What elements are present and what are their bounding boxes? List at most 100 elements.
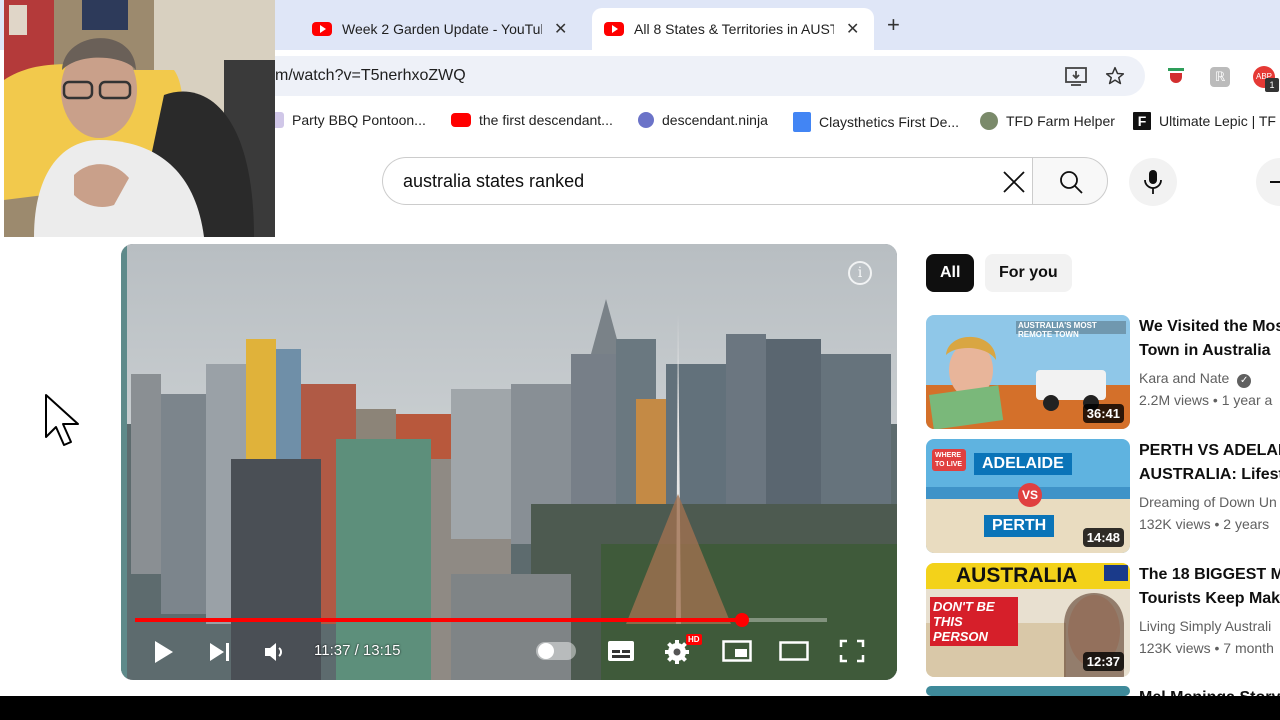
channel-name[interactable]: Dreaming of Down Un [1139, 494, 1277, 510]
create-plus-icon [1270, 181, 1280, 183]
video-frame-city-skyline [121, 244, 897, 680]
docs-icon [793, 112, 811, 132]
bookmark-ultimate-lepic[interactable]: F Ultimate Lepic | TF [1133, 112, 1276, 130]
next-video-icon[interactable] [209, 642, 231, 662]
video-title-line-2: AUSTRALIA: Lifest [1139, 466, 1280, 483]
webcam-person-image [4, 0, 275, 237]
channel-name[interactable]: Kara and Nate ✓ [1139, 370, 1252, 388]
progress-bar-fill [135, 618, 742, 622]
thumbnail-where-label: WHERE TO LIVE [932, 449, 966, 471]
voice-search-button[interactable] [1129, 158, 1177, 206]
bookmark-label: Party BBQ Pontoon... [292, 112, 426, 128]
time-display: 11:37 / 13:15 [314, 642, 401, 659]
hd-badge: HD [686, 634, 702, 645]
progress-bar[interactable] [135, 613, 827, 627]
video-title[interactable]: Mel Meninga Story [1139, 686, 1280, 696]
mouse-cursor-icon [45, 394, 79, 446]
video-title-line-1: The 18 BIGGEST M [1139, 566, 1280, 583]
bookmark-label: Claysthetics First De... [819, 114, 960, 130]
screen-bottom-bar [0, 696, 1280, 720]
video-title-line-1: We Visited the Mos [1139, 318, 1280, 335]
bookmark-descendant-ninja[interactable]: descendant.ninja [638, 112, 768, 128]
channel-name[interactable]: Living Simply Australi [1139, 618, 1271, 634]
bookmark-star-icon[interactable] [1105, 66, 1125, 86]
video-title[interactable]: PERTH VS ADELAI AUSTRALIA: Lifest [1139, 439, 1280, 487]
related-video-partial[interactable]: Mel Meninga Story [926, 686, 1280, 696]
video-title-line-1: PERTH VS ADELAI [1139, 442, 1280, 459]
video-title[interactable]: We Visited the Mos Town in Australia [1139, 315, 1280, 363]
search-button[interactable] [1032, 157, 1108, 205]
video-thumbnail[interactable]: AUSTRALIA'S MOST REMOTE TOWN 36:41 [926, 315, 1130, 429]
verified-check-icon: ✓ [1237, 374, 1252, 388]
volume-icon[interactable] [264, 641, 286, 663]
thumbnail-perth-label: PERTH [984, 515, 1055, 537]
search-query-text: australia states ranked [403, 171, 585, 191]
youtube-icon [451, 113, 471, 127]
ninja-icon [638, 112, 654, 128]
extension-r-icon[interactable]: ℝ [1210, 67, 1230, 87]
new-tab-plus-icon[interactable]: + [887, 12, 900, 38]
bookmark-label: descendant.ninja [662, 112, 768, 128]
webcam-overlay [4, 0, 275, 237]
video-thumbnail[interactable]: AUSTRALIA DON'T BE THIS PERSON 12:37 [926, 563, 1130, 677]
thumbnail-adelaide-label: ADELAIDE [974, 453, 1072, 475]
thumbnail-vs-label: VS [1018, 483, 1042, 507]
close-tab-icon[interactable]: ✕ [846, 19, 859, 39]
video-thumbnail[interactable]: WHERE TO LIVE ADELAIDE VS PERTH 14:48 [926, 439, 1130, 553]
close-tab-icon[interactable]: ✕ [554, 19, 567, 39]
video-title-line-2: Tourists Keep Mak [1139, 590, 1280, 607]
bookmark-label: the first descendant... [479, 112, 613, 128]
info-icon[interactable]: i [848, 261, 872, 285]
subtitles-icon[interactable] [607, 640, 635, 662]
tab-all-8-states-active[interactable]: All 8 States & Territories in AUSTRALIA … [592, 8, 874, 50]
fullscreen-icon[interactable] [839, 639, 865, 663]
theater-mode-icon[interactable] [779, 641, 809, 661]
video-duration: 36:41 [1082, 404, 1124, 423]
bookmark-label: TFD Farm Helper [1006, 113, 1115, 129]
url-text: m/watch?v=T5nerhxoZWQ [275, 67, 466, 84]
progress-scrubber-handle[interactable] [734, 613, 749, 627]
thumbnail-australia-label: AUSTRALIA [956, 564, 1078, 587]
autoplay-pause-icon [538, 643, 554, 659]
channel-name-text: Kara and Nate [1139, 370, 1230, 386]
video-thumbnail[interactable] [926, 686, 1130, 696]
related-video-biggest-mistakes[interactable]: AUSTRALIA DON'T BE THIS PERSON 12:37 The… [926, 563, 1280, 679]
related-video-perth-vs-adelaide[interactable]: WHERE TO LIVE ADELAIDE VS PERTH 14:48 PE… [926, 439, 1280, 555]
bookmark-claysthetics[interactable]: Claysthetics First De... [793, 112, 959, 132]
video-meta: 123K views • 7 month [1139, 640, 1274, 656]
bookmark-tfd-farm-helper[interactable]: TFD Farm Helper [980, 112, 1115, 130]
youtube-favicon-icon [312, 22, 332, 36]
tab-title: Week 2 Garden Update - YouTube [342, 21, 542, 37]
miniplayer-icon[interactable] [722, 640, 752, 662]
video-title[interactable]: The 18 BIGGEST M Tourists Keep Mak [1139, 563, 1280, 611]
bookmark-party-bbq[interactable]: Party BBQ Pontoon... [272, 112, 426, 128]
extension-badge-count: 1 [1265, 78, 1279, 92]
tab-title: All 8 States & Territories in AUSTRALIA [634, 21, 834, 37]
chip-all[interactable]: All [926, 254, 975, 292]
video-title-line-2: Town in Australia [1139, 342, 1271, 359]
bookmark-label: Ultimate Lepic | TF [1159, 113, 1276, 129]
video-meta: 2.2M views • 1 year a [1139, 392, 1273, 408]
tab-week-2-garden-update[interactable]: Week 2 Garden Update - YouTube ✕ [300, 8, 590, 50]
install-app-icon[interactable] [1065, 66, 1087, 86]
microphone-icon [1144, 170, 1162, 194]
youtube-favicon-icon [604, 22, 624, 36]
play-icon[interactable] [153, 640, 175, 664]
thumbnail-warning-label: DON'T BE THIS PERSON [930, 597, 1018, 646]
video-duration: 14:48 [1082, 528, 1124, 547]
address-bar[interactable]: m/watch?v=T5nerhxoZWQ [275, 56, 1145, 96]
create-button[interactable] [1256, 158, 1280, 206]
video-player[interactable]: i 11:37 / 13:15 HD [121, 244, 897, 680]
autoplay-toggle[interactable] [536, 642, 576, 660]
shield-extension-icon[interactable] [1167, 67, 1185, 85]
chip-for-you[interactable]: For you [985, 254, 1072, 292]
video-duration: 12:37 [1082, 652, 1124, 671]
farm-icon [980, 112, 998, 130]
video-meta: 132K views • 2 years [1139, 516, 1270, 532]
related-video-remote-town[interactable]: AUSTRALIA'S MOST REMOTE TOWN 36:41 We Vi… [926, 315, 1280, 431]
bookmark-first-descendant[interactable]: the first descendant... [451, 112, 613, 128]
search-input[interactable]: australia states ranked [382, 157, 1032, 205]
f-icon: F [1133, 112, 1151, 130]
clear-search-icon[interactable] [1001, 169, 1027, 195]
thumbnail-caption: AUSTRALIA'S MOST REMOTE TOWN [1018, 321, 1097, 339]
